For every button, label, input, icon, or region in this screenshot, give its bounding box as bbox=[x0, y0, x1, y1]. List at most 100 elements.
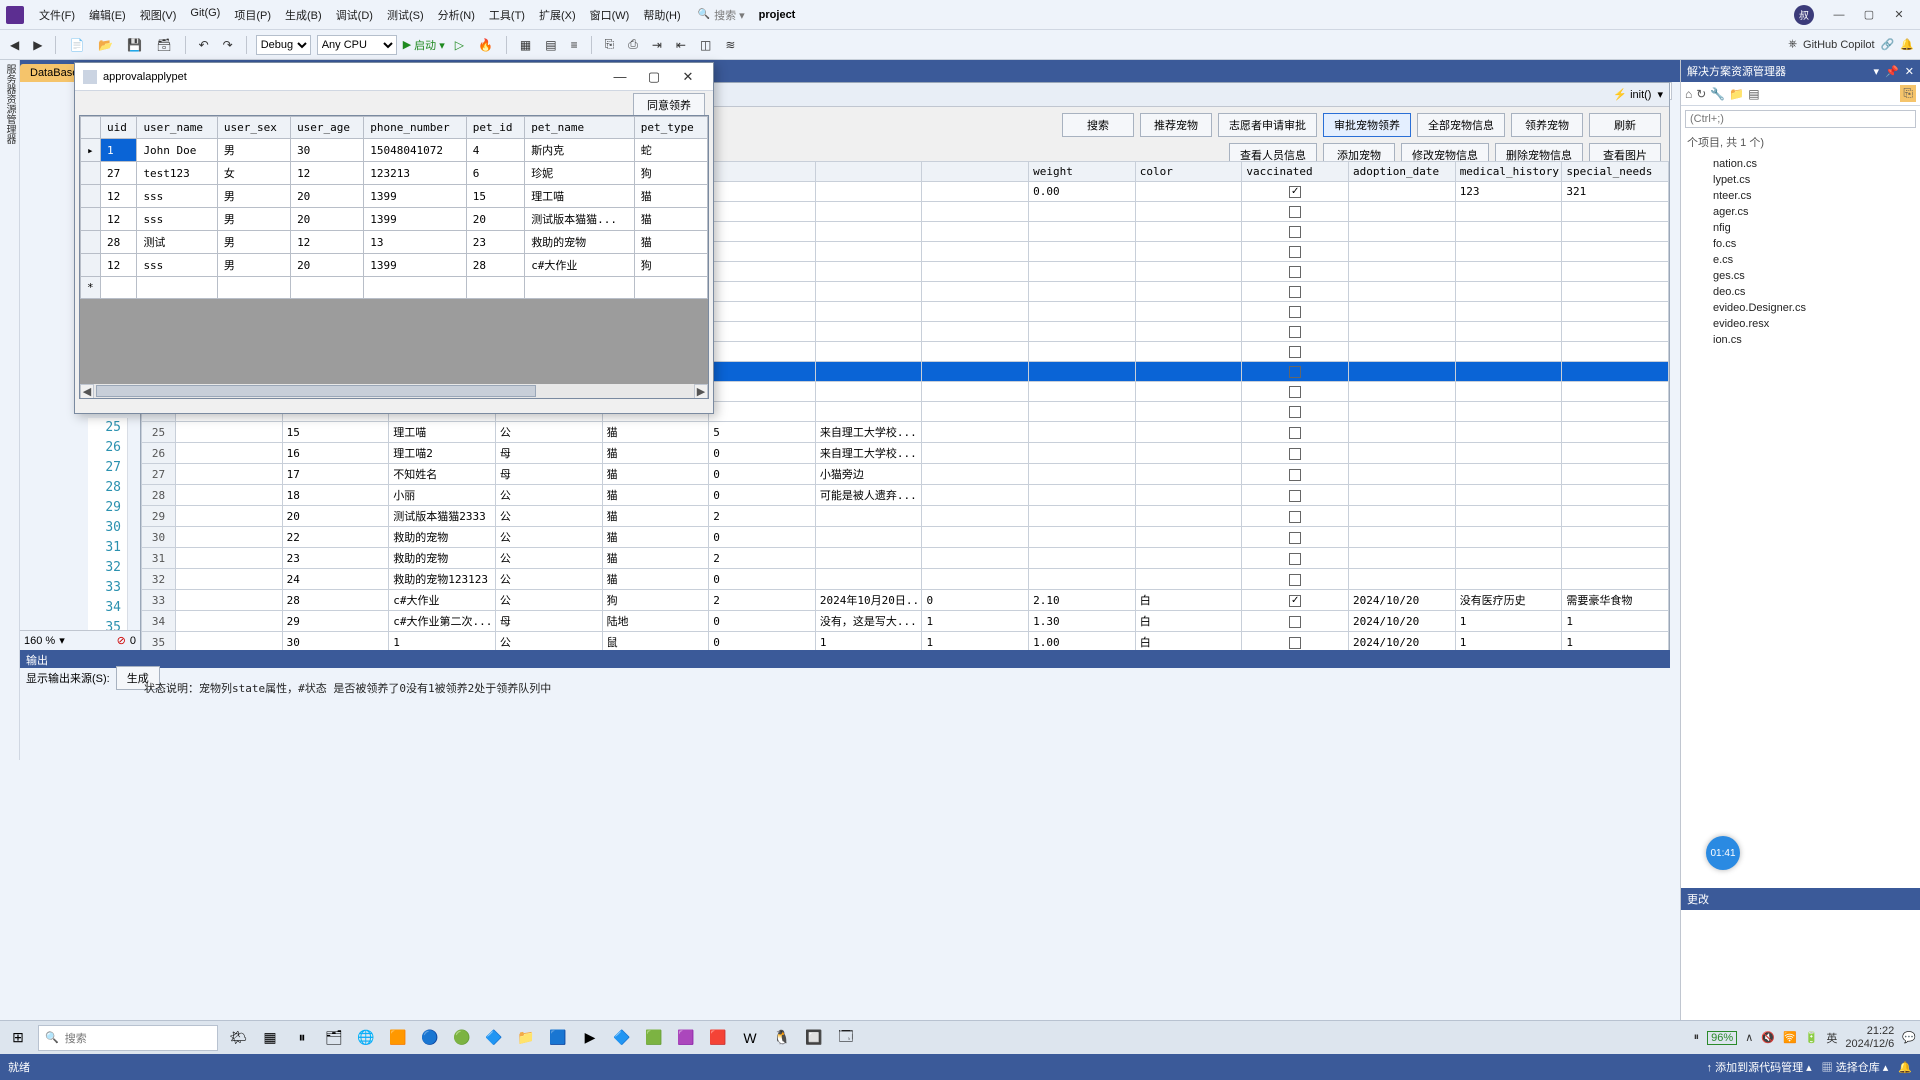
form-button[interactable]: 志愿者申请审批 bbox=[1218, 113, 1317, 137]
user-avatar[interactable]: 叔 bbox=[1794, 5, 1814, 25]
dialog-close-icon[interactable]: ✕ bbox=[671, 69, 705, 85]
solution-file[interactable]: nfig bbox=[1683, 220, 1918, 236]
taskbar-app-icon[interactable]: 🟪 bbox=[672, 1024, 700, 1052]
tb-icon[interactable]: ≋ bbox=[721, 36, 739, 54]
taskbar-app-icon[interactable]: 🔷 bbox=[608, 1024, 636, 1052]
taskbar-app-icon[interactable]: 📁 bbox=[512, 1024, 540, 1052]
taskbar-app-icon[interactable]: 🔲 bbox=[800, 1024, 828, 1052]
form-button[interactable]: 审批宠物领养 bbox=[1323, 113, 1411, 137]
new-icon[interactable]: 📄 bbox=[65, 36, 88, 54]
taskbar-app-icon[interactable]: 🟩 bbox=[640, 1024, 668, 1052]
solution-search[interactable] bbox=[1685, 110, 1916, 128]
timer-badge[interactable]: 01:41 bbox=[1706, 836, 1740, 870]
menu-item[interactable]: 项目(P) bbox=[227, 3, 278, 27]
nav-fwd-icon[interactable]: ▶ bbox=[29, 36, 46, 54]
solution-file[interactable]: evideo.resx bbox=[1683, 316, 1918, 332]
taskbar-app-icon[interactable]: 🟥 bbox=[704, 1024, 732, 1052]
taskbar-app-icon[interactable]: ▦ bbox=[256, 1024, 284, 1052]
taskbar-app-icon[interactable]: 🟧 bbox=[384, 1024, 412, 1052]
menu-item[interactable]: 文件(F) bbox=[32, 3, 82, 27]
window-buttons[interactable]: —▢✕ bbox=[1824, 8, 1914, 21]
open-icon[interactable]: 📂 bbox=[94, 36, 117, 54]
form-button[interactable]: 全部宠物信息 bbox=[1417, 113, 1505, 137]
solution-file[interactable]: evideo.Designer.cs bbox=[1683, 300, 1918, 316]
taskbar-app-icon[interactable]: 🟦 bbox=[544, 1024, 572, 1052]
agree-adopt-button[interactable]: 同意领养 bbox=[633, 93, 705, 117]
taskbar-app-icon[interactable]: 🌤 bbox=[224, 1024, 252, 1052]
solution-file[interactable]: ges.cs bbox=[1683, 268, 1918, 284]
close-icon[interactable]: ✕ bbox=[1905, 65, 1914, 78]
taskbar-app-icon[interactable]: 🔷 bbox=[480, 1024, 508, 1052]
menu-search[interactable]: 搜索 ▾ bbox=[698, 7, 745, 23]
config-select[interactable]: Debug bbox=[256, 35, 311, 55]
menu-item[interactable]: Git(G) bbox=[183, 3, 227, 27]
solution-file[interactable]: e.cs bbox=[1683, 252, 1918, 268]
notif-icon[interactable]: 🔔 bbox=[1898, 1061, 1912, 1074]
repo-button[interactable]: ▦ 选择仓库 ▴ bbox=[1822, 1059, 1889, 1075]
start-noDebug-icon[interactable]: ▷ bbox=[451, 36, 468, 54]
nav-back-icon[interactable]: ◀ bbox=[6, 36, 23, 54]
source-control-button[interactable]: ↑ 添加到源代码管理 ▴ bbox=[1707, 1059, 1812, 1075]
platform-select[interactable]: Any CPU bbox=[317, 35, 397, 55]
form-button[interactable]: 领养宠物 bbox=[1511, 113, 1583, 137]
pin-icon[interactable]: 📌 bbox=[1885, 65, 1899, 78]
menu-item[interactable]: 调试(D) bbox=[329, 3, 380, 27]
tb-icon[interactable]: ≡ bbox=[567, 36, 582, 54]
dialog-max-icon[interactable]: ▢ bbox=[637, 69, 671, 85]
form-button[interactable]: 刷新 bbox=[1589, 113, 1661, 137]
server-explorer-tab[interactable]: 服务器资源管理器 bbox=[0, 60, 19, 148]
dialog-grid[interactable]: uiduser_nameuser_sexuser_agephone_number… bbox=[79, 115, 709, 399]
redo-icon[interactable]: ↷ bbox=[219, 36, 237, 54]
notif-icon[interactable]: 🔔 bbox=[1900, 38, 1914, 51]
save-all-icon[interactable]: 🗃 bbox=[152, 36, 175, 54]
tb-icon[interactable]: ⇥ bbox=[648, 36, 666, 54]
solution-file[interactable]: lypet.cs bbox=[1683, 172, 1918, 188]
menu-item[interactable]: 视图(V) bbox=[133, 3, 184, 27]
menu-item[interactable]: 工具(T) bbox=[482, 3, 532, 27]
share-icon[interactable]: 🔗 bbox=[1881, 38, 1895, 51]
tb-icon[interactable]: ▦ bbox=[516, 36, 535, 54]
copilot-button[interactable]: ⎈ GitHub Copilot 🔗 🔔 bbox=[1788, 38, 1914, 51]
dialog-titlebar[interactable]: approvalapplypet — ▢ ✕ bbox=[75, 63, 713, 91]
taskbar-app-icon[interactable]: ▶ bbox=[576, 1024, 604, 1052]
taskbar-app-icon[interactable]: 🔵 bbox=[416, 1024, 444, 1052]
pin-icon[interactable]: ▾ bbox=[1874, 65, 1880, 78]
taskbar-app-icon[interactable]: 🐧 bbox=[768, 1024, 796, 1052]
tb-icon[interactable]: ⎙ bbox=[624, 35, 642, 54]
menu-item[interactable]: 窗口(W) bbox=[583, 3, 637, 27]
solution-file[interactable]: nteer.cs bbox=[1683, 188, 1918, 204]
taskbar-app-icon[interactable]: 🌐 bbox=[352, 1024, 380, 1052]
windows-taskbar[interactable]: ⊞ 🔍搜索 🌤▦⏸🗂🌐🟧🔵🟢🔷📁🟦▶🔷🟩🟪🟥W🐧🔲🗔 ⏸ 96% ∧🔇🛜🔋 英 … bbox=[0, 1020, 1920, 1054]
start-button[interactable]: 启动 ▾ bbox=[403, 37, 445, 53]
dialog-hscrollbar[interactable]: ◀▶ bbox=[80, 384, 708, 398]
solution-file[interactable]: ager.cs bbox=[1683, 204, 1918, 220]
taskbar-search[interactable]: 🔍搜索 bbox=[38, 1025, 218, 1051]
form-button[interactable]: 搜索 bbox=[1062, 113, 1134, 137]
tb-icon[interactable]: ⇤ bbox=[672, 36, 690, 54]
form-button[interactable]: 推荐宠物 bbox=[1140, 113, 1212, 137]
tb-icon[interactable]: ▤ bbox=[541, 36, 560, 54]
menu-item[interactable]: 生成(B) bbox=[278, 3, 329, 27]
solution-file[interactable]: ion.cs bbox=[1683, 332, 1918, 348]
tb-icon[interactable]: ⎘ bbox=[601, 35, 619, 54]
taskbar-app-icon[interactable]: 🗂 bbox=[320, 1024, 348, 1052]
solution-file[interactable]: deo.cs bbox=[1683, 284, 1918, 300]
taskbar-app-icon[interactable]: 🟢 bbox=[448, 1024, 476, 1052]
taskbar-app-icon[interactable]: W bbox=[736, 1024, 764, 1052]
menu-item[interactable]: 帮助(H) bbox=[636, 3, 687, 27]
start-button[interactable]: ⊞ bbox=[4, 1024, 32, 1052]
solution-file[interactable]: nation.cs bbox=[1683, 156, 1918, 172]
solution-file[interactable]: fo.cs bbox=[1683, 236, 1918, 252]
hot-reload-icon[interactable]: 🔥 bbox=[474, 36, 497, 54]
menu-item[interactable]: 扩展(X) bbox=[532, 3, 583, 27]
taskbar-app-icon[interactable]: ⏸ bbox=[288, 1024, 316, 1052]
save-icon[interactable]: 💾 bbox=[123, 36, 146, 54]
undo-icon[interactable]: ↶ bbox=[195, 36, 213, 54]
left-tool-strip[interactable]: 服务器资源管理器 bbox=[0, 60, 20, 760]
menu-item[interactable]: 测试(S) bbox=[380, 3, 431, 27]
menu-item[interactable]: 编辑(E) bbox=[82, 3, 133, 27]
tb-icon[interactable]: ◫ bbox=[696, 36, 715, 54]
taskbar-app-icon[interactable]: 🗔 bbox=[832, 1024, 860, 1052]
method-combo[interactable]: ⚡ init() bbox=[1613, 88, 1651, 101]
system-tray[interactable]: ⏸ 96% ∧🔇🛜🔋 英 21:222024/12/6 💬 bbox=[1694, 1025, 1916, 1049]
